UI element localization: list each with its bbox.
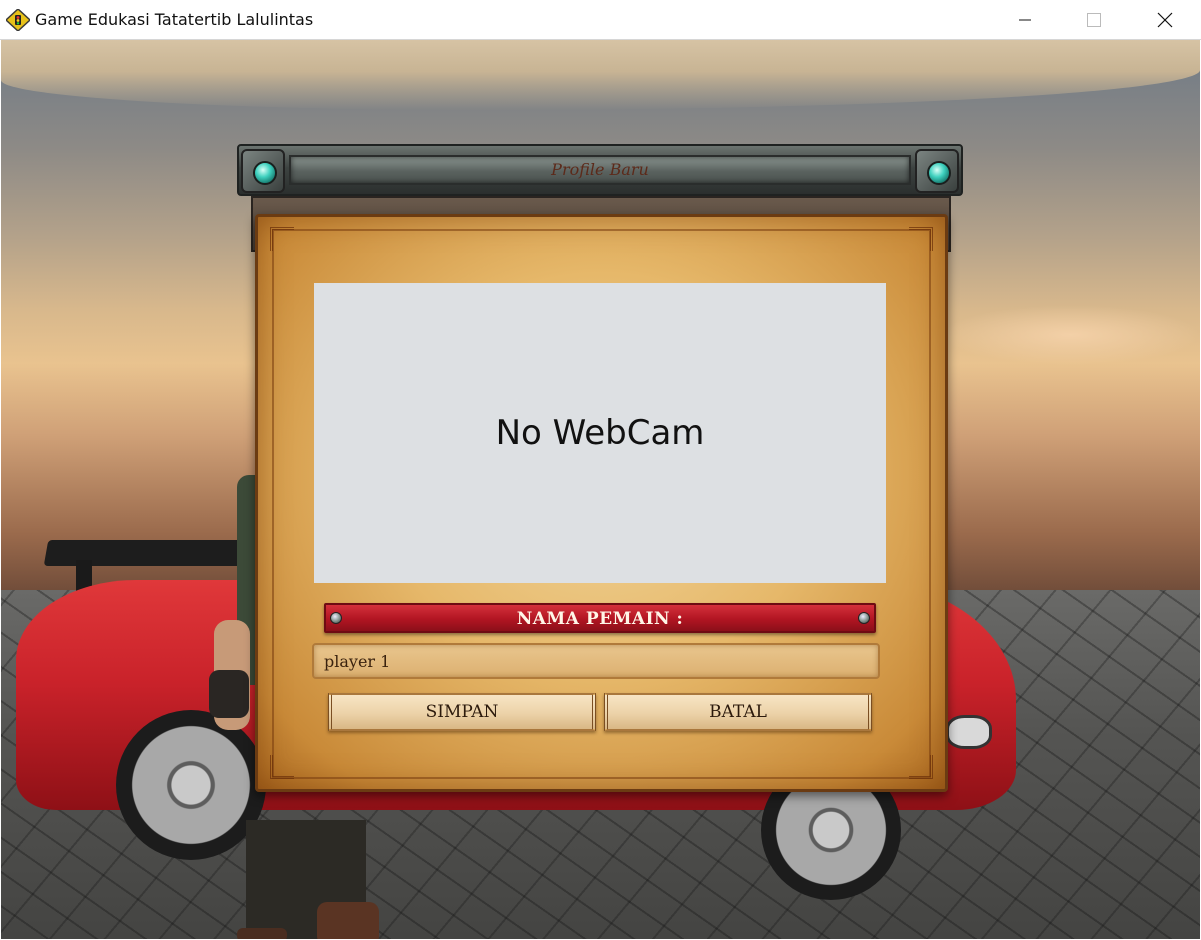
- dialog-header-bar: Profile Baru: [237, 144, 963, 196]
- save-button[interactable]: SIMPAN: [328, 693, 596, 731]
- driver-character-boot: [237, 928, 287, 939]
- webcam-preview: No WebCam: [314, 283, 886, 583]
- maximize-icon: [1087, 13, 1101, 27]
- minimize-icon: [1019, 19, 1031, 21]
- car-spoiler: [43, 540, 249, 566]
- car-headlight: [946, 715, 992, 749]
- sky-clouds: [1, 40, 1200, 110]
- traffic-sign-app-icon: [6, 9, 30, 31]
- new-profile-dialog: No WebCam NAMA PEMAIN : SIMPAN BATAL: [255, 214, 948, 792]
- dialog-title-plate: Profile Baru: [289, 155, 911, 185]
- rivet-icon: [858, 612, 870, 624]
- player-name-label: NAMA PEMAIN :: [516, 609, 684, 629]
- gem-ornament-icon: [241, 149, 285, 193]
- corner-ornament: [270, 755, 294, 779]
- car-wheel-front: [116, 710, 266, 860]
- webcam-status-text: No WebCam: [495, 413, 705, 453]
- corner-ornament: [270, 227, 294, 251]
- driver-character-boot: [317, 902, 379, 939]
- window-titlebar: Game Edukasi Tatatertib Lalulintas: [0, 0, 1201, 40]
- driver-character-glove: [209, 670, 249, 718]
- player-name-input[interactable]: [312, 643, 880, 679]
- sunset-cloud: [941, 305, 1200, 365]
- close-icon: [1157, 12, 1173, 28]
- close-button[interactable]: [1142, 0, 1188, 40]
- corner-ornament: [909, 227, 933, 251]
- gem-ornament-icon: [915, 149, 959, 193]
- maximize-button[interactable]: [1071, 0, 1117, 40]
- corner-ornament: [909, 755, 933, 779]
- cancel-button[interactable]: BATAL: [604, 693, 872, 731]
- player-name-banner: NAMA PEMAIN :: [324, 603, 876, 633]
- dialog-title: Profile Baru: [551, 160, 649, 179]
- window-title: Game Edukasi Tatatertib Lalulintas: [35, 10, 314, 29]
- minimize-button[interactable]: [1002, 0, 1048, 40]
